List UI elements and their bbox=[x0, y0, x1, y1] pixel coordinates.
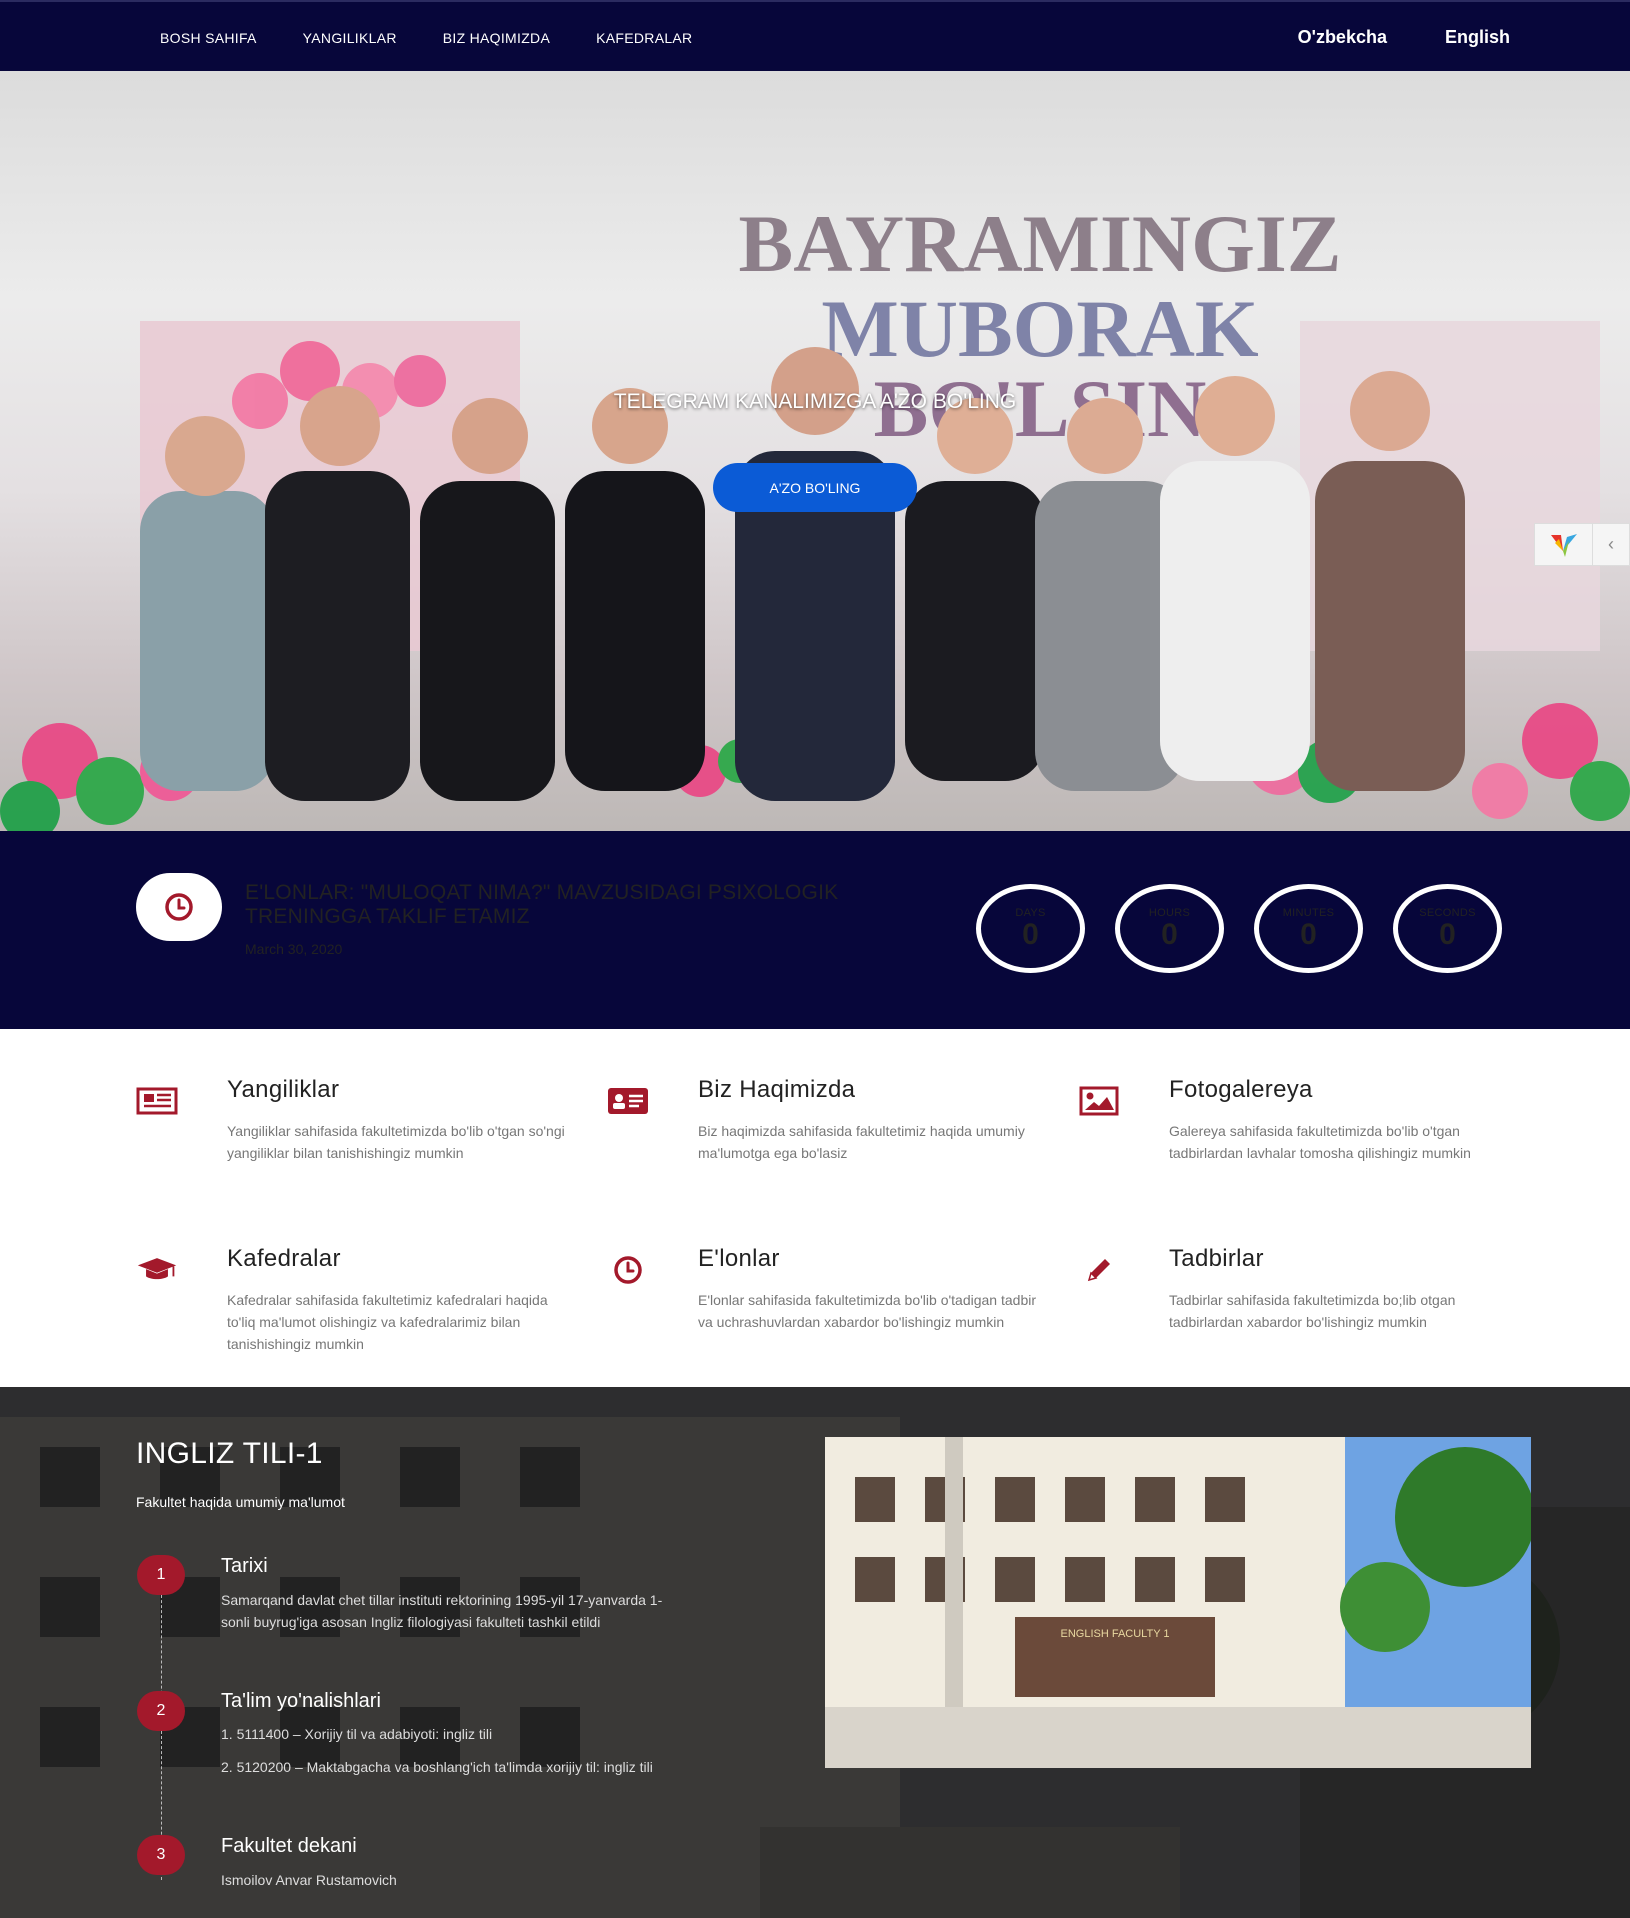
feature-desc: Kafedralar sahifasida fakultetimiz kafed… bbox=[227, 1292, 548, 1352]
id-card-icon bbox=[607, 1084, 649, 1118]
feature-title: Yangiliklar bbox=[227, 1076, 340, 1103]
feature-desc: Yangiliklar sahifasida fakultetimizda bo… bbox=[227, 1123, 565, 1161]
timeline-title-programs: Ta'lim yo'nalishlari bbox=[221, 1690, 381, 1712]
countdown-label: MINUTES bbox=[1282, 906, 1335, 919]
picture-icon bbox=[1078, 1084, 1120, 1118]
hero-title: TELEGRAM KANALIMIZGA A'ZO BO'LING bbox=[613, 390, 1017, 413]
feature-desc: E'lonlar sahifasida fakultetimizda bo'li… bbox=[698, 1292, 1036, 1330]
countdown-seconds: SECONDS 0 bbox=[1393, 884, 1502, 973]
faculty-subtitle: Fakultet haqida umumiy ma'lumot bbox=[136, 1494, 345, 1510]
feature-desc: Biz haqimizda sahifasida fakultetimiz ha… bbox=[698, 1123, 1025, 1161]
timeline-number-3: 3 bbox=[137, 1835, 185, 1875]
nav-link-news[interactable]: YANGILIKLAR bbox=[303, 30, 397, 46]
feature-desc: Tadbirlar sahifasida fakultetimizda bo;l… bbox=[1169, 1292, 1456, 1330]
timeline-text-program-2: 2. 5120200 – Maktabgacha va boshlang'ich… bbox=[221, 1759, 653, 1775]
yii-logo-icon bbox=[1535, 524, 1593, 565]
nav-link-about[interactable]: BIZ HAQIMIZDA bbox=[443, 30, 550, 46]
countdown-days: DAYS 0 bbox=[976, 884, 1085, 973]
timeline-number-1: 1 bbox=[137, 1555, 185, 1595]
countdown-timer: DAYS 0 HOURS 0 MINUTES 0 SECONDS 0 bbox=[976, 884, 1502, 973]
chevron-left-icon[interactable]: ‹ bbox=[1593, 534, 1629, 555]
feature-title: Kafedralar bbox=[227, 1245, 341, 1272]
timeline-number-2: 2 bbox=[137, 1691, 185, 1731]
side-widget[interactable]: ‹ bbox=[1534, 523, 1630, 566]
building-sign: ENGLISH FACULTY 1 bbox=[1060, 1628, 1169, 1640]
nav-link-departments[interactable]: KAFEDRALAR bbox=[596, 30, 692, 46]
countdown-value: 0 bbox=[1439, 917, 1456, 951]
countdown-value: 0 bbox=[1022, 917, 1039, 951]
newspaper-icon bbox=[136, 1084, 178, 1118]
feature-title: Tadbirlar bbox=[1169, 1245, 1264, 1272]
countdown-label: HOURS bbox=[1148, 906, 1191, 919]
lang-uzbek[interactable]: O'zbekcha bbox=[1298, 27, 1387, 48]
hero-photo: BAYRAMINGIZ MUBORAK BO'LSIN bbox=[0, 198, 1630, 831]
timeline-text-history: Samarqand davlat chet tillar instituti r… bbox=[221, 1592, 663, 1630]
graduation-cap-icon bbox=[136, 1253, 178, 1287]
main-nav: BOSH SAHIFA YANGILIKLAR BIZ HAQIMIZDA KA… bbox=[160, 2, 692, 73]
timeline-text-program-1: 1. 5111400 – Xorijiy til va adabiyoti: i… bbox=[221, 1726, 493, 1742]
feature-title: Fotogalereya bbox=[1169, 1076, 1313, 1103]
countdown-label: DAYS bbox=[1015, 906, 1046, 919]
lang-english[interactable]: English bbox=[1445, 27, 1510, 48]
banner-line-1: BAYRAMINGIZ bbox=[739, 198, 1342, 289]
feature-title: Biz Haqimizda bbox=[698, 1076, 856, 1103]
timeline-title-history: Tarixi bbox=[221, 1555, 268, 1577]
language-switcher: O'zbekcha English bbox=[1298, 2, 1510, 73]
clock-icon bbox=[165, 893, 193, 921]
countdown-label: SECONDS bbox=[1419, 906, 1476, 919]
banner-line-2: MUBORAK bbox=[821, 283, 1259, 374]
join-telegram-button[interactable]: A'ZO BO'LING bbox=[713, 463, 917, 512]
feature-desc: Galereya sahifasida fakultetimizda bo'li… bbox=[1169, 1123, 1471, 1161]
nav-link-home[interactable]: BOSH SAHIFA bbox=[160, 30, 257, 46]
clock-icon bbox=[607, 1253, 649, 1287]
hero-slider: BAYRAMINGIZ MUBORAK BO'LSIN TELEGRAM KAN… bbox=[0, 71, 1630, 831]
countdown-value: 0 bbox=[1161, 917, 1178, 951]
timeline-text-dean: Ismoilov Anvar Rustamovich bbox=[221, 1872, 397, 1888]
faculty-title: INGLIZ TILI-1 bbox=[136, 1437, 323, 1470]
feature-title: E'lonlar bbox=[698, 1245, 780, 1272]
countdown-minutes: MINUTES 0 bbox=[1254, 884, 1363, 973]
announcement-date: March 30, 2020 bbox=[245, 941, 343, 957]
faculty-building-photo: ENGLISH FACULTY 1 bbox=[825, 1437, 1531, 1768]
countdown-hours: HOURS 0 bbox=[1115, 884, 1224, 973]
timeline-title-dean: Fakultet dekani bbox=[221, 1835, 357, 1857]
pencil-icon bbox=[1078, 1253, 1120, 1287]
countdown-value: 0 bbox=[1300, 917, 1317, 951]
top-navbar: BOSH SAHIFA YANGILIKLAR BIZ HAQIMIZDA KA… bbox=[0, 0, 1630, 71]
announcement-title[interactable]: E'LONLAR: "MULOQAT NIMA?" MAVZUSIDAGI PS… bbox=[245, 881, 945, 929]
announcement-clock-badge bbox=[136, 873, 222, 941]
